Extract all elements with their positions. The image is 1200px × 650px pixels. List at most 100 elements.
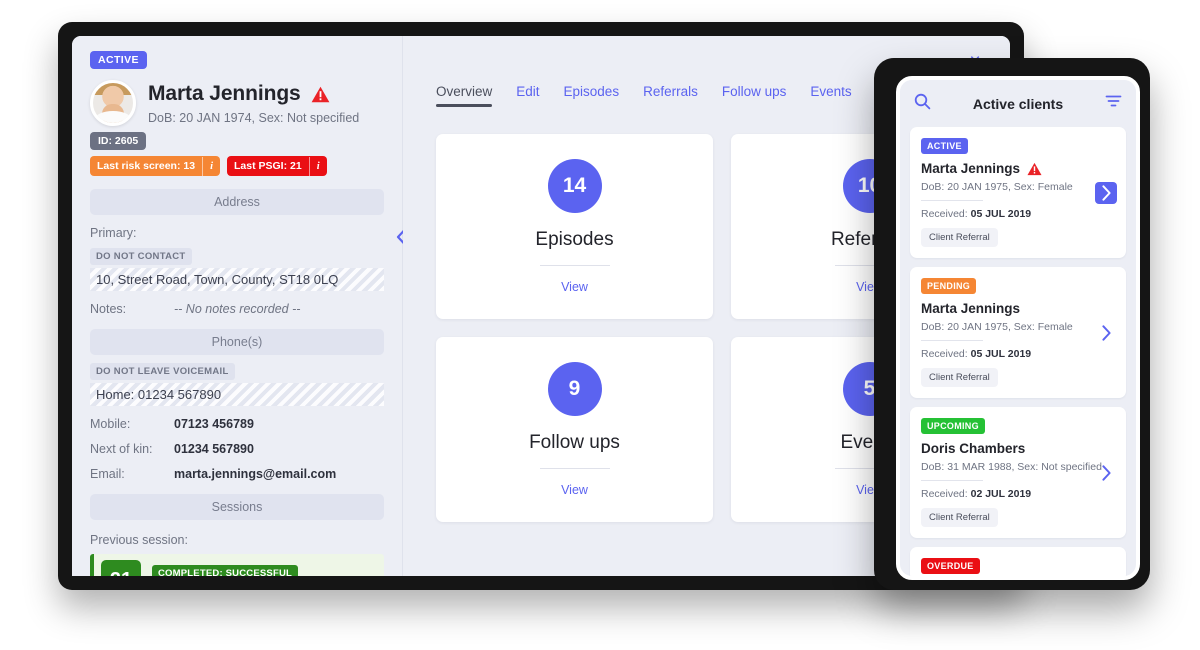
filter-icon[interactable] [1105, 94, 1122, 114]
client-name: Doris Chambers [921, 441, 1026, 456]
risk-badge-row: Last risk screen: 13 i Last PSGI: 21 i [90, 156, 384, 176]
received-row: Received: 02 JUL 2019 [921, 488, 1115, 500]
received-date: 02 JUL 2019 [970, 488, 1032, 500]
do-not-contact-tag: DO NOT CONTACT [90, 248, 192, 265]
card-divider [921, 200, 983, 201]
received-label: Received: [921, 208, 971, 220]
client-dob-sex: DoB: 20 JAN 1975, Sex: Female [921, 181, 1073, 193]
client-name-row: Marta Jennings [921, 301, 1115, 316]
stat-card-follow-ups[interactable]: 9 Follow ups View [436, 337, 713, 522]
client-id-chip: ID: 2605 [90, 132, 147, 150]
screenshot-stage: ACTIVE Marta Jennings DoB: 20 JAN 1974, … [0, 0, 1200, 650]
received-label: Received: [921, 488, 971, 500]
client-dob-sex: DoB: 20 JAN 1974, Sex: Not specified [148, 111, 360, 125]
desktop-screen: ACTIVE Marta Jennings DoB: 20 JAN 1974, … [72, 36, 1010, 576]
last-psgi-badge[interactable]: Last PSGI: 21 i [226, 156, 327, 176]
open-client-chevron-icon[interactable] [1095, 181, 1117, 204]
client-name-row: Marta Jennings [148, 82, 359, 106]
client-status-badge: OVERDUE [921, 558, 980, 574]
card-divider [539, 265, 610, 266]
list-item[interactable]: UPCOMING Doris Chambers DoB: 31 MAR 1988… [910, 407, 1126, 538]
address-value: 10, Street Road, Town, County, ST18 0LQ [90, 268, 384, 291]
client-dob-sex: DoB: 31 MAR 1988, Sex: Not specified [921, 461, 1102, 473]
next-of-kin-value: 01234 567890 [174, 442, 254, 456]
email-label: Email: [90, 467, 125, 481]
open-client-chevron-icon[interactable] [1095, 462, 1117, 484]
stat-card-episodes[interactable]: 14 Episodes View [436, 134, 713, 319]
client-status-badge: UPCOMING [921, 418, 985, 434]
follow-ups-count: 9 [547, 362, 602, 416]
client-status-badge: ACTIVE [921, 138, 968, 154]
received-label: Received: [921, 348, 971, 360]
next-of-kin-row: Next of kin: 01234 567890 [90, 442, 384, 456]
tab-edit[interactable]: Edit [516, 84, 539, 106]
do-not-leave-voicemail-tag: DO NOT LEAVE VOICEMAIL [90, 363, 235, 380]
tab-overview[interactable]: Overview [436, 84, 493, 107]
panel-header: Active clients [900, 80, 1136, 127]
card-divider [921, 480, 983, 481]
mobile-value: 07123 456789 [174, 417, 254, 431]
last-risk-screen-info-icon[interactable]: i [202, 156, 220, 176]
last-risk-screen-label: Last risk screen: 13 [97, 160, 196, 172]
tab-follow-ups[interactable]: Follow ups [722, 84, 787, 106]
mobile-label: Mobile: [90, 417, 131, 431]
email-row: Email: marta.jennings@email.com [90, 467, 384, 481]
warning-triangle-icon [311, 86, 330, 103]
page-title: Marta Jennings [148, 82, 301, 105]
referral-type-tag: Client Referral [921, 228, 998, 247]
active-clients-panel: Active clients ACTIVE Marta Jennings DoB… [896, 76, 1140, 580]
last-risk-screen-badge[interactable]: Last risk screen: 13 i [90, 156, 220, 176]
client-dob-sex: DoB: 20 JAN 1975, Sex: Female [921, 321, 1073, 333]
notes-label: Notes: [90, 302, 127, 316]
list-item[interactable]: ACTIVE Marta Jennings DoB: 20 JAN 1975, … [910, 127, 1126, 258]
avatar [90, 80, 136, 126]
referral-type-tag: Client Referral [921, 368, 998, 387]
last-psgi-info-icon[interactable]: i [308, 156, 327, 176]
card-divider [921, 340, 983, 341]
identity-text: Marta Jennings DoB: 20 JAN 1974, Sex: No… [148, 80, 359, 125]
tab-referrals[interactable]: Referrals [643, 84, 698, 106]
mobile-row: Mobile: 07123 456789 [90, 417, 384, 431]
search-icon[interactable] [914, 93, 931, 115]
received-row: Received: 05 JUL 2019 [921, 208, 1115, 220]
sessions-section-header[interactable]: Sessions [90, 494, 384, 520]
client-badge-row: ID: 2605 [90, 132, 384, 150]
panel-title: Active clients [972, 96, 1064, 112]
email-value: marta.jennings@email.com [174, 467, 337, 481]
phones-section-header[interactable]: Phone(s) [90, 329, 384, 355]
notes-row: Notes: -- No notes recorded -- [90, 302, 384, 316]
session-status-badge: COMPLETED: SUCCESSFUL [152, 565, 299, 576]
client-name-row: Marta Jennings [921, 161, 1115, 176]
episodes-count: 14 [547, 159, 602, 213]
primary-address-label: Primary: [90, 226, 137, 240]
episodes-title: Episodes [535, 229, 614, 250]
client-name: Marta Jennings [921, 161, 1021, 176]
client-status-badge: PENDING [921, 278, 977, 294]
last-psgi-label: Last PSGI: 21 [233, 160, 302, 172]
warning-triangle-icon [1027, 162, 1042, 176]
follow-ups-title: Follow ups [529, 432, 620, 453]
client-name-row: Doris Chambers [921, 441, 1115, 456]
received-date: 05 JUL 2019 [970, 208, 1032, 220]
session-info: COMPLETED: SUCCESSFUL 08:00 to 08:30 [152, 560, 299, 576]
received-date: 05 JUL 2019 [970, 348, 1032, 360]
previous-session-card[interactable]: 21 COMPLETED: SUCCESSFUL 08:00 to 08:30 [90, 554, 384, 576]
client-list: ACTIVE Marta Jennings DoB: 20 JAN 1975, … [900, 127, 1136, 576]
client-status-badge: ACTIVE [90, 51, 147, 69]
list-item[interactable]: OVERDUE Miriam Kowalskis [910, 547, 1126, 576]
next-of-kin-label: Next of kin: [90, 442, 153, 456]
notes-value: -- No notes recorded -- [174, 302, 301, 316]
client-sidebar: ACTIVE Marta Jennings DoB: 20 JAN 1974, … [72, 36, 402, 576]
episodes-view-link[interactable]: View [561, 280, 588, 294]
client-name: Marta Jennings [921, 301, 1021, 316]
tablet-device-frame: Active clients ACTIVE Marta Jennings DoB… [874, 58, 1150, 590]
address-section-header[interactable]: Address [90, 189, 384, 215]
home-phone-value: Home: 01234 567890 [90, 383, 384, 406]
follow-ups-view-link[interactable]: View [561, 483, 588, 497]
referral-type-tag: Client Referral [921, 508, 998, 527]
tab-episodes[interactable]: Episodes [564, 84, 620, 106]
list-item[interactable]: PENDING Marta Jennings DoB: 20 JAN 1975,… [910, 267, 1126, 398]
open-client-chevron-icon[interactable] [1095, 322, 1117, 344]
received-row: Received: 05 JUL 2019 [921, 348, 1115, 360]
tab-events[interactable]: Events [810, 84, 851, 106]
